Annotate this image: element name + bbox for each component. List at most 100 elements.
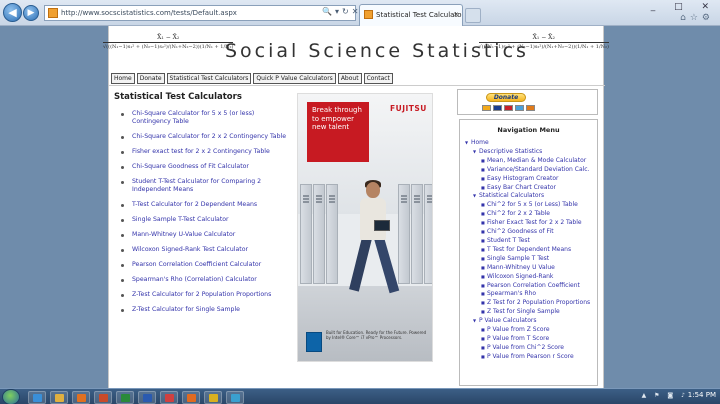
nav-tree-item[interactable]: Chi^2 for 2 x 2 Table <box>463 210 594 219</box>
tab-favicon-icon <box>364 10 373 19</box>
navigation-menu-title: Navigation Menu <box>497 126 560 134</box>
nav-tree-item[interactable]: P Value from Pearson r Score <box>463 353 594 362</box>
main-content: Statistical Test Calculators Chi-Square … <box>114 92 294 321</box>
nav-tree-item[interactable]: Easy Histogram Creator <box>463 175 594 184</box>
clock[interactable]: 1:54 PM <box>688 391 716 399</box>
formula-left-numerator: X̄₁ − X̄₂ <box>103 34 234 43</box>
excel-icon <box>121 394 130 402</box>
ad-headline: Break through to empower new talent <box>307 102 369 162</box>
word-taskbar-icon[interactable] <box>138 391 156 404</box>
snagit-taskbar-icon[interactable] <box>226 391 244 404</box>
paint-taskbar-icon[interactable] <box>160 391 178 404</box>
nav-about-button[interactable]: About <box>337 73 362 84</box>
media-player-taskbar-icon[interactable] <box>72 391 90 404</box>
browser-chrome: ◀ ▶ http://www.socscistatistics.com/test… <box>0 0 720 26</box>
gear-icon[interactable]: ⚙ <box>702 13 714 23</box>
calculator-link[interactable]: T-Test Calculator for 2 Dependent Means <box>114 201 294 209</box>
nav-quick-p-value-calculators-button[interactable]: Quick P Value Calculators <box>253 73 336 84</box>
paint-icon <box>165 394 174 402</box>
nav-tree-item[interactable]: Fisher Exact Test for 2 x 2 Table <box>463 219 594 228</box>
advertisement-banner[interactable]: Break through to empower new talent FUJI… <box>297 93 433 362</box>
media-player-icon <box>77 394 86 402</box>
calculator-link[interactable]: Spearman's Rho (Correlation) Calculator <box>114 276 294 284</box>
search-icon[interactable]: 🔍 <box>322 7 335 16</box>
nav-statistical-test-calculators-button[interactable]: Statistical Test Calculators <box>166 73 252 84</box>
formula-left-denominator: √(((N₁−1)s₁² + (N₂−1)s₂²)/(N₁+N₂−2))(1/N… <box>103 44 234 50</box>
star-icon[interactable]: ☆ <box>690 13 702 23</box>
back-icon[interactable]: ◀ <box>3 3 22 22</box>
new-tab-button[interactable] <box>465 8 481 23</box>
window-controls[interactable]: _ □ ✕ <box>651 0 717 14</box>
calculator-link[interactable]: Z-Test Calculator for 2 Population Propo… <box>114 291 294 299</box>
nav-tree-item[interactable]: Student T Test <box>463 237 594 246</box>
student-head <box>366 182 380 198</box>
home-icon[interactable]: ⌂ <box>680 13 690 23</box>
nav-tree-item[interactable]: Statistical Calculators <box>463 192 594 201</box>
nav-tree-item[interactable]: Home <box>463 139 594 148</box>
nav-home-button[interactable]: Home <box>111 73 135 84</box>
nav-tree-item[interactable]: P Value from Z Score <box>463 326 594 335</box>
page-viewport: X̄₁ − X̄₂ √(((N₁−1)s₁² + (N₂−1)s₂²)/(N₁+… <box>0 26 720 397</box>
nav-tree-item[interactable]: P Value Calculators <box>463 317 594 326</box>
system-tray-icons[interactable]: ▲ ⚑ ◙ ♪ <box>642 392 688 399</box>
payment-cards <box>482 105 535 111</box>
internet-explorer-taskbar-icon[interactable] <box>28 391 46 404</box>
nav-donate-button[interactable]: Donate <box>136 73 165 84</box>
calculator-link[interactable]: Student T-Test Calculator for Comparing … <box>114 178 294 194</box>
nav-tree-item[interactable]: P Value from Chi^2 Score <box>463 344 594 353</box>
nav-tree-item[interactable]: Chi^2 Goodness of Fit <box>463 228 594 237</box>
nav-tree-item[interactable]: Mean, Median & Mode Calculator <box>463 157 594 166</box>
address-bar[interactable]: http://www.socscistatistics.com/tests/De… <box>44 5 356 21</box>
sidebar: Donate Navigation Menu HomeDescriptive S… <box>455 85 601 388</box>
nav-tree-item[interactable]: Variance/Standard Deviation Calc. <box>463 166 594 175</box>
tab-close-icon[interactable]: ✕ <box>453 5 459 25</box>
nav-tree-item[interactable]: Z Test for Single Sample <box>463 308 594 317</box>
ad-footer-text: Built for Education. Ready for the Futur… <box>326 330 427 340</box>
nav-tree-item[interactable]: Pearson Correlation Coefficient <box>463 282 594 291</box>
firefox-taskbar-icon[interactable] <box>182 391 200 404</box>
nav-tree-item[interactable]: Single Sample T Test <box>463 255 594 264</box>
browser-tab[interactable]: Statistical Test Calculators ✕ <box>359 4 463 26</box>
address-bar-buttons[interactable]: 🔍▾↻✕ <box>322 5 361 19</box>
nav-contact-button[interactable]: Contact <box>363 73 393 84</box>
calculator-link[interactable]: Mann-Whitney U-Value Calculator <box>114 231 294 239</box>
calculator-link[interactable]: Chi-Square Goodness of Fit Calculator <box>114 163 294 171</box>
nav-tree-item[interactable]: Spearman's Rho <box>463 290 594 299</box>
student-torso <box>360 198 386 240</box>
student-leg <box>349 236 372 292</box>
file-explorer-taskbar-icon[interactable] <box>50 391 68 404</box>
firefox-icon <box>187 394 196 402</box>
locker-graphic <box>411 184 423 284</box>
refresh-icon[interactable]: ↻ <box>342 7 352 16</box>
chrome-taskbar-icon[interactable] <box>204 391 222 404</box>
powerpoint-taskbar-icon[interactable] <box>94 391 112 404</box>
calculator-link[interactable]: Pearson Correlation Coefficient Calculat… <box>114 261 294 269</box>
start-button[interactable] <box>2 389 20 404</box>
calculator-link[interactable]: Z-Test Calculator for Single Sample <box>114 306 294 314</box>
excel-taskbar-icon[interactable] <box>116 391 134 404</box>
dropdown-icon[interactable]: ▾ <box>335 7 342 16</box>
nav-tree-item[interactable]: Wilcoxon Signed-Rank <box>463 273 594 282</box>
calculator-link[interactable]: Wilcoxon Signed-Rank Test Calculator <box>114 246 294 254</box>
forward-icon[interactable]: ▶ <box>23 5 39 21</box>
nav-tree-item[interactable]: Chi^2 for 5 x 5 (or Less) Table <box>463 201 594 210</box>
locker-graphic <box>300 184 312 284</box>
formula-right-numerator: X̄₁ − X̄₂ <box>478 34 609 43</box>
intel-badge-icon <box>306 332 322 352</box>
calculator-link[interactable]: Chi-Square Calculator for 2 x 2 Continge… <box>114 133 294 141</box>
nav-tree-item[interactable]: P Value from T Score <box>463 335 594 344</box>
word-icon <box>143 394 152 402</box>
card-icon <box>515 105 524 111</box>
locker-graphic <box>424 184 432 284</box>
calculator-link[interactable]: Chi-Square Calculator for 5 x 5 (or less… <box>114 110 294 126</box>
paypal-donate-button[interactable]: Donate <box>486 93 526 102</box>
nav-tree-item[interactable]: Z Test for 2 Population Proportions <box>463 299 594 308</box>
calculator-link[interactable]: Single Sample T-Test Calculator <box>114 216 294 224</box>
chrome-icon <box>209 394 218 402</box>
browser-toolbar-icons[interactable]: ⌂☆⚙ <box>680 13 714 23</box>
calculator-link[interactable]: Fisher exact test for 2 x 2 Contingency … <box>114 148 294 156</box>
nav-tree-item[interactable]: Descriptive Statistics <box>463 148 594 157</box>
nav-tree-item[interactable]: T Test for Dependent Means <box>463 246 594 255</box>
nav-tree-item[interactable]: Easy Bar Chart Creator <box>463 184 594 193</box>
nav-tree-item[interactable]: Mann-Whitney U Value <box>463 264 594 273</box>
